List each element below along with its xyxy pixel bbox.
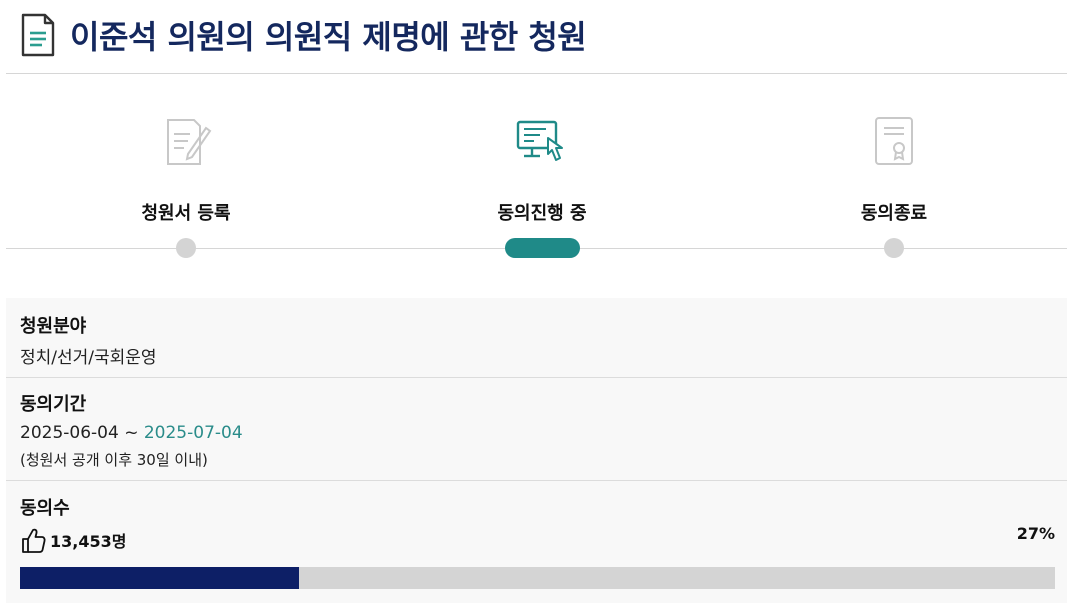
count-label: 동의수 bbox=[20, 498, 70, 519]
title-bar: 이준석 의원의 의원직 제명에 관한 청원 bbox=[6, 0, 1067, 74]
period-value: 2025-06-04 ~ 2025-07-04 bbox=[20, 423, 243, 443]
document-icon bbox=[21, 13, 55, 57]
document-pen-icon bbox=[167, 119, 212, 165]
progress-track bbox=[20, 567, 1055, 589]
step-label-in-progress: 동의진행 중 bbox=[497, 203, 587, 224]
period-label: 동의기간 bbox=[20, 394, 87, 415]
period-end: 2025-07-04 bbox=[143, 423, 243, 443]
agree-count: 13,453명 bbox=[20, 526, 126, 554]
step-label-closed: 동의종료 bbox=[860, 203, 928, 224]
step-label-registered: 청원서 등록 bbox=[141, 203, 231, 224]
petition-info-panel: 청원분야 정치/선거/국회운영 동의기간 2025-06-04 ~ 2025-0… bbox=[6, 298, 1067, 603]
step-marker-closed bbox=[884, 238, 904, 258]
thumbs-up-icon bbox=[22, 528, 46, 553]
step-marker-registered bbox=[176, 238, 196, 258]
category-value: 정치/선거/국회운영 bbox=[20, 348, 157, 368]
certificate-icon bbox=[875, 117, 913, 165]
progress-fill bbox=[20, 567, 300, 589]
petition-steps: 청원서 등록 동의진행 중 동의종료 bbox=[6, 74, 1067, 284]
monitor-click-icon bbox=[516, 120, 563, 161]
category-row: 청원분야 정치/선거/국회운영 bbox=[6, 298, 1067, 378]
step-marker-in-progress bbox=[505, 238, 580, 258]
period-note: (청원서 공개 이후 30일 이내) bbox=[20, 451, 208, 469]
page-title: 이준석 의원의 의원직 제명에 관한 청원 bbox=[70, 18, 587, 56]
count-value: 13,453명 bbox=[50, 532, 127, 551]
progress-percent: 27% bbox=[1016, 524, 1055, 543]
period-row: 동의기간 2025-06-04 ~ 2025-07-04 (청원서 공개 이후 … bbox=[6, 378, 1067, 481]
period-start: 2025-06-04 ~ bbox=[20, 423, 144, 443]
category-label: 청원분야 bbox=[20, 316, 87, 337]
